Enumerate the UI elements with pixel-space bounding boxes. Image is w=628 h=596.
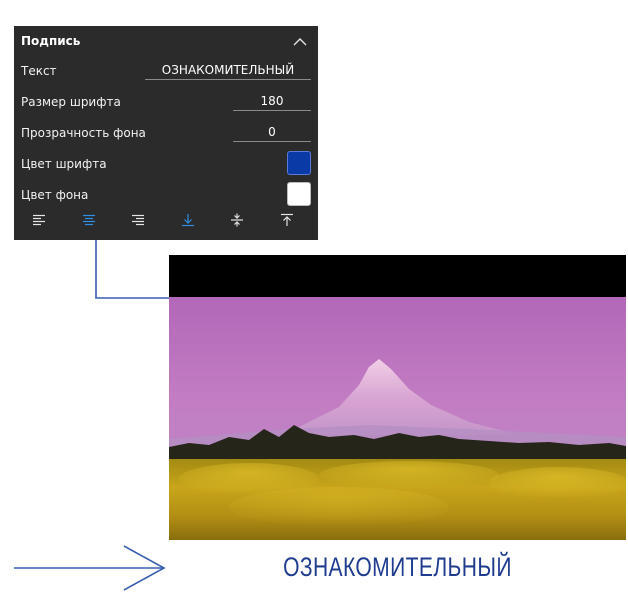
align-center-button[interactable] bbox=[78, 210, 100, 230]
text-row: Текст ОЗНАКОМИТЕЛЬНЫЙ bbox=[21, 58, 311, 84]
bg-opacity-label: Прозрачность фона bbox=[21, 126, 146, 140]
align-top-icon bbox=[280, 213, 293, 226]
bg-opacity-input[interactable]: 0 bbox=[233, 122, 311, 142]
bg-color-label: Цвет фона bbox=[21, 188, 89, 202]
panel-header: Подпись bbox=[21, 31, 311, 51]
align-middle-button[interactable] bbox=[226, 210, 248, 230]
text-label: Текст bbox=[21, 64, 57, 78]
chevron-up-icon[interactable] bbox=[289, 33, 311, 49]
align-middle-icon bbox=[231, 213, 244, 227]
panel-title: Подпись bbox=[21, 34, 81, 48]
bg-color-row: Цвет фона bbox=[21, 182, 311, 208]
align-right-icon bbox=[132, 214, 145, 226]
font-color-label: Цвет шрифта bbox=[21, 157, 107, 171]
bg-opacity-row: Прозрачность фона 0 bbox=[21, 120, 311, 146]
align-top-button[interactable] bbox=[276, 210, 298, 230]
caption-settings-panel: Подпись Текст ОЗНАКОМИТЕЛЬНЫЙ Размер шри… bbox=[14, 26, 318, 240]
font-color-swatch[interactable] bbox=[287, 151, 311, 175]
font-size-input[interactable]: 180 bbox=[233, 91, 311, 111]
alignment-toolbar bbox=[28, 210, 298, 230]
caption-pointer-arrow-head bbox=[123, 545, 166, 591]
align-right-button[interactable] bbox=[127, 210, 149, 230]
align-left-button[interactable] bbox=[28, 210, 50, 230]
font-color-row: Цвет шрифта bbox=[21, 151, 311, 177]
preview-top-bar bbox=[169, 255, 626, 297]
font-size-row: Размер шрифта 180 bbox=[21, 89, 311, 115]
font-size-label: Размер шрифта bbox=[21, 95, 121, 109]
align-center-icon bbox=[82, 214, 95, 226]
align-bottom-icon bbox=[181, 214, 194, 227]
align-left-icon bbox=[33, 214, 45, 226]
align-bottom-button[interactable] bbox=[177, 210, 199, 230]
caption-text-input[interactable]: ОЗНАКОМИТЕЛЬНЫЙ bbox=[145, 60, 311, 80]
caption-strip: ОЗНАКОМИТЕЛЬНЫЙ bbox=[169, 540, 626, 593]
bg-color-swatch[interactable] bbox=[287, 182, 311, 206]
landscape-photo bbox=[169, 297, 626, 540]
panel-to-preview-connector bbox=[95, 240, 169, 299]
preview-image: ОЗНАКОМИТЕЛЬНЫЙ bbox=[169, 255, 626, 593]
caption-text: ОЗНАКОМИТЕЛЬНЫЙ bbox=[283, 552, 512, 582]
